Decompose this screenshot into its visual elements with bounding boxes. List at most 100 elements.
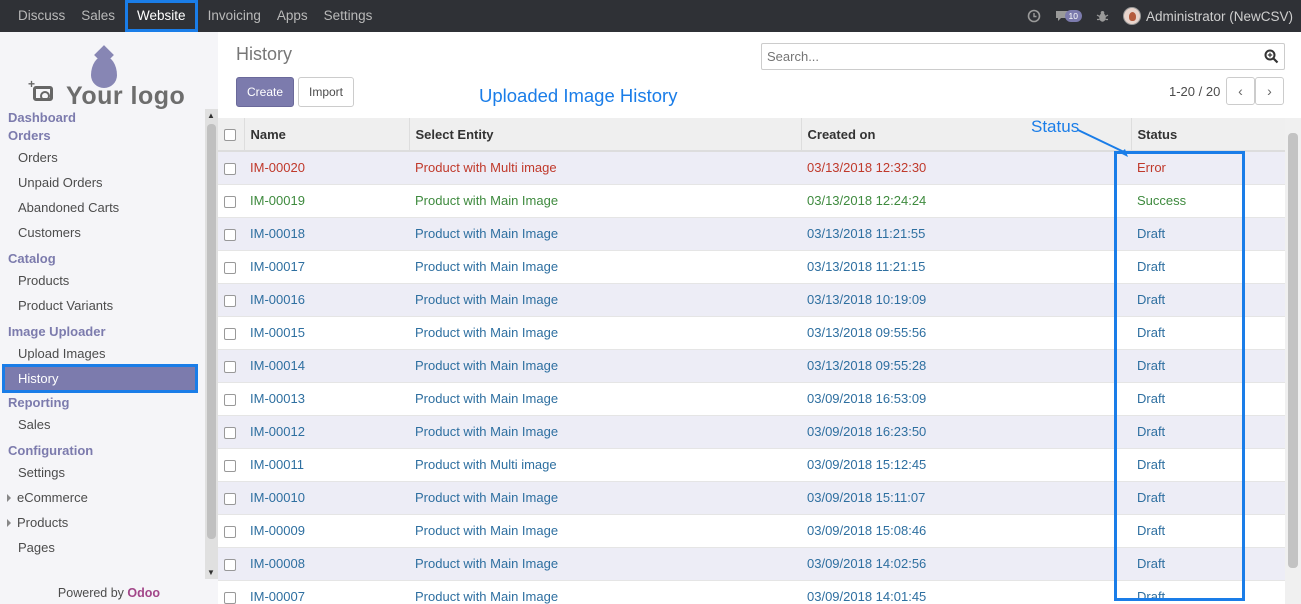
row-checkbox-cell[interactable] [218, 415, 244, 449]
list-scrollbar[interactable] [1285, 118, 1301, 604]
cell-select-entity: Product with Main Image [409, 547, 801, 581]
sidebar-item-sales[interactable]: Sales [0, 412, 204, 437]
pager-value[interactable]: 1-20 / 20 [1169, 84, 1220, 99]
sidebar-item-products[interactable]: Products [0, 268, 204, 293]
row-checkbox-cell[interactable] [218, 547, 244, 581]
import-button[interactable]: Import [298, 77, 354, 107]
row-checkbox[interactable] [224, 327, 236, 340]
column-header-name[interactable]: Name [244, 118, 410, 152]
sidebar-item-customers[interactable]: Customers [0, 220, 204, 245]
sidebar-item-history[interactable]: History [2, 364, 198, 393]
sidebar-item-products-config[interactable]: Products [0, 510, 204, 535]
menu-settings[interactable]: Settings [318, 0, 379, 32]
sidebar-heading-catalog[interactable]: Catalog [0, 250, 204, 268]
cell-name: IM-00018 [244, 217, 409, 251]
row-checkbox-cell[interactable] [218, 151, 244, 185]
create-button[interactable]: Create [236, 77, 294, 107]
sidebar-scrollbar[interactable]: ▲ ▼ [205, 109, 218, 579]
row-checkbox[interactable] [224, 360, 236, 373]
pager-next-button[interactable]: › [1255, 77, 1284, 105]
menu-sales[interactable]: Sales [75, 0, 121, 32]
row-checkbox[interactable] [224, 492, 236, 505]
sidebar-item-product-variants[interactable]: Product Variants [0, 293, 204, 318]
cell-name: IM-00010 [244, 481, 409, 515]
bug-icon[interactable] [1096, 10, 1109, 23]
select-all-checkbox-cell[interactable] [218, 118, 245, 152]
row-checkbox-cell[interactable] [218, 382, 244, 416]
sidebar-item-abandoned-carts[interactable]: Abandoned Carts [0, 195, 204, 220]
search-input[interactable] [762, 44, 1252, 69]
sidebar-item-orders[interactable]: Orders [0, 145, 204, 170]
sidebar-heading-reporting[interactable]: Reporting [0, 394, 204, 412]
row-checkbox[interactable] [224, 294, 236, 307]
scroll-up-icon[interactable]: ▲ [207, 111, 215, 120]
sidebar-heading-dashboard[interactable]: Dashboard [0, 109, 204, 127]
row-checkbox[interactable] [224, 261, 236, 274]
odoo-link[interactable]: Odoo [127, 586, 160, 600]
row-checkbox[interactable] [224, 426, 236, 439]
cell-created-on: 03/13/2018 09:55:28 [801, 349, 1131, 383]
cell-name: IM-00020 [244, 151, 409, 185]
cell-select-entity: Product with Main Image [409, 250, 801, 284]
sidebar-heading-configuration[interactable]: Configuration [0, 442, 204, 460]
menu-discuss[interactable]: Discuss [12, 0, 71, 32]
cell-created-on: 03/09/2018 16:23:50 [801, 415, 1131, 449]
sidebar-item-label: eCommerce [17, 490, 88, 505]
caret-right-icon [7, 519, 11, 527]
row-checkbox-cell[interactable] [218, 250, 244, 284]
row-checkbox[interactable] [224, 558, 236, 571]
row-checkbox[interactable] [224, 162, 236, 175]
cell-created-on: 03/13/2018 09:55:56 [801, 316, 1131, 350]
select-all-checkbox[interactable] [224, 129, 236, 142]
cell-name: IM-00017 [244, 250, 409, 284]
clock-icon[interactable] [1027, 9, 1041, 23]
row-checkbox-cell[interactable] [218, 514, 244, 548]
column-header-status[interactable]: Status [1131, 118, 1285, 152]
menu-apps[interactable]: Apps [271, 0, 314, 32]
cell-select-entity: Product with Main Image [409, 481, 801, 515]
sidebar-item-label: Products [17, 515, 69, 530]
sidebar-heading-image-uploader[interactable]: Image Uploader [0, 323, 204, 341]
row-checkbox-cell[interactable] [218, 349, 244, 383]
user-avatar[interactable] [1122, 7, 1141, 25]
column-header-select-entity[interactable]: Select Entity [409, 118, 802, 152]
search-icon[interactable] [1264, 49, 1279, 64]
cell-select-entity: Product with Main Image [409, 217, 801, 251]
row-checkbox[interactable] [224, 525, 236, 538]
sidebar-heading-orders[interactable]: Orders [0, 127, 204, 145]
row-checkbox[interactable] [224, 591, 236, 604]
sidebar-item-unpaid-orders[interactable]: Unpaid Orders [0, 170, 204, 195]
sidebar-scroll-thumb[interactable] [207, 124, 216, 539]
row-checkbox-cell[interactable] [218, 448, 244, 482]
menu-website[interactable]: Website [125, 0, 198, 32]
user-menu[interactable]: Administrator (NewCSV) [1146, 9, 1293, 24]
row-checkbox[interactable] [224, 228, 236, 241]
company-logo: + Your logo [28, 56, 201, 110]
sidebar-item-settings[interactable]: Settings [0, 460, 204, 485]
messages-icon[interactable]: 10 [1055, 10, 1082, 22]
row-checkbox-cell[interactable] [218, 217, 244, 251]
sidebar-item-pages[interactable]: Pages [0, 535, 204, 560]
row-checkbox[interactable] [224, 459, 236, 472]
list-scroll-thumb[interactable] [1288, 133, 1298, 568]
annotation-status-label: Status [1031, 117, 1080, 136]
row-checkbox-cell[interactable] [218, 184, 244, 218]
row-checkbox[interactable] [224, 195, 236, 208]
row-checkbox[interactable] [224, 393, 236, 406]
top-navbar: Discuss Sales Website Invoicing Apps Set… [0, 0, 1301, 32]
cell-select-entity: Product with Main Image [409, 349, 801, 383]
cell-created-on: 03/09/2018 15:08:46 [801, 514, 1131, 548]
row-checkbox-cell[interactable] [218, 580, 244, 604]
row-checkbox-cell[interactable] [218, 316, 244, 350]
sidebar-item-ecommerce[interactable]: eCommerce [0, 485, 204, 510]
row-checkbox-cell[interactable] [218, 481, 244, 515]
row-checkbox-cell[interactable] [218, 283, 244, 317]
menu-invoicing[interactable]: Invoicing [202, 0, 267, 32]
pager-previous-button[interactable]: ‹ [1226, 77, 1255, 105]
cell-select-entity: Product with Main Image [409, 283, 801, 317]
cell-name: IM-00013 [244, 382, 409, 416]
scroll-down-icon[interactable]: ▼ [207, 568, 215, 577]
annotation-status-highlight [1114, 151, 1245, 601]
sidebar-item-upload-images[interactable]: Upload Images [0, 341, 204, 366]
powered-by: Powered by Odoo [0, 586, 218, 600]
